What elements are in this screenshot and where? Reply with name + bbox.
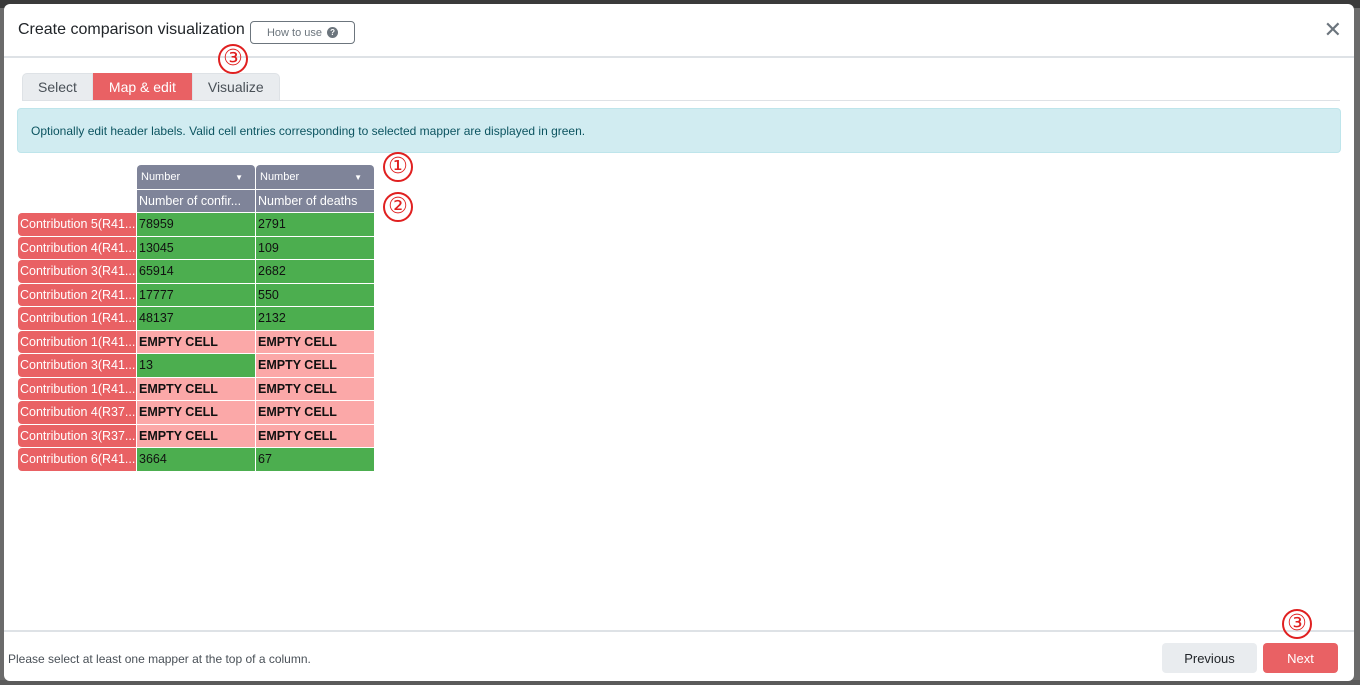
empty-cell: EMPTY CELL bbox=[137, 330, 255, 353]
row-label: Contribution 1(R41... bbox=[18, 307, 136, 330]
valid-cell: 65914 bbox=[137, 260, 255, 283]
tab-select[interactable]: Select bbox=[22, 73, 93, 100]
tab-visualize[interactable]: Visualize bbox=[191, 73, 280, 100]
table-row: Contribution 3(R37... EMPTY CELL EMPTY CEL… bbox=[18, 424, 375, 447]
table-row: Contribution 3(R41... 13 EMPTY CELL bbox=[18, 354, 375, 377]
row-label: Contribution 1(R41... bbox=[18, 330, 136, 353]
mapper-row: Number ▼ Number ▼ bbox=[137, 165, 375, 189]
help-icon: ? bbox=[327, 27, 339, 38]
step-tabs: Select Map & edit Visualize bbox=[22, 73, 1340, 101]
tab-map-edit[interactable]: Map & edit bbox=[92, 73, 192, 100]
how-to-use-label: How to use bbox=[266, 26, 323, 39]
valid-cell: 109 bbox=[256, 236, 374, 259]
table-row: Contribution 4(R37... EMPTY CELL EMPTY CEL… bbox=[18, 401, 375, 424]
next-button[interactable]: Next bbox=[1263, 643, 1338, 673]
column-label-input-2[interactable]: Number of deaths bbox=[256, 190, 374, 212]
valid-cell: 2791 bbox=[256, 213, 374, 236]
row-label: Contribution 6(R41... bbox=[18, 448, 136, 471]
annotation-marker: ① bbox=[383, 152, 413, 182]
mapping-table: Number ▼ Number ▼ Number of confir... Nu… bbox=[18, 165, 375, 471]
table-row: Contribution 3(R41... 65914 2682 bbox=[18, 260, 375, 283]
empty-cell: EMPTY CELL bbox=[137, 424, 255, 447]
table-row: Contribution 2(R41... 17777 550 bbox=[18, 283, 375, 306]
table-body: Contribution 5(R41... 78959 2791 Contributi… bbox=[18, 213, 375, 471]
mapper-select-2[interactable]: Number ▼ bbox=[256, 165, 374, 189]
how-to-use-button[interactable]: How to use ? bbox=[250, 21, 355, 44]
annotation-marker: ③ bbox=[1282, 609, 1312, 639]
valid-cell: 13 bbox=[137, 354, 255, 377]
row-label: Contribution 3(R41... bbox=[18, 354, 136, 377]
empty-cell: EMPTY CELL bbox=[256, 377, 374, 400]
info-alert: Optionally edit header labels. Valid cel… bbox=[17, 108, 1341, 153]
row-label: Contribution 1(R41... bbox=[18, 377, 136, 400]
valid-cell: 67 bbox=[256, 448, 374, 471]
header-label-row: Number of confir... Number of deaths bbox=[137, 190, 375, 212]
caret-down-icon: ▼ bbox=[354, 172, 362, 182]
footer-message: Please select at least one mapper at the… bbox=[8, 652, 311, 666]
caret-down-icon: ▼ bbox=[235, 172, 243, 182]
mapper-select-1[interactable]: Number ▼ bbox=[137, 165, 255, 189]
column-label-input-1[interactable]: Number of confir... bbox=[137, 190, 255, 212]
table-row: Contribution 1(R41... EMPTY CELL EMPTY CEL… bbox=[18, 330, 375, 353]
row-label: Contribution 4(R41... bbox=[18, 236, 136, 259]
table-row: Contribution 6(R41... 3664 67 bbox=[18, 448, 375, 471]
valid-cell: 17777 bbox=[137, 283, 255, 306]
empty-cell: EMPTY CELL bbox=[256, 424, 374, 447]
modal-footer: Please select at least one mapper at the… bbox=[4, 630, 1354, 681]
previous-button[interactable]: Previous bbox=[1162, 643, 1257, 673]
valid-cell: 550 bbox=[256, 283, 374, 306]
comparison-modal: Create comparison visualization How to u… bbox=[4, 4, 1354, 681]
row-label: Contribution 2(R41... bbox=[18, 283, 136, 306]
modal-title: Create comparison visualization bbox=[18, 21, 245, 38]
empty-cell: EMPTY CELL bbox=[256, 354, 374, 377]
empty-cell: EMPTY CELL bbox=[137, 377, 255, 400]
table-row: Contribution 4(R41... 13045 109 bbox=[18, 236, 375, 259]
row-label: Contribution 5(R41... bbox=[18, 213, 136, 236]
close-icon[interactable]: ✕ bbox=[1324, 19, 1342, 41]
mapper-value: Number bbox=[260, 171, 300, 183]
empty-cell: EMPTY CELL bbox=[256, 401, 374, 424]
valid-cell: 78959 bbox=[137, 213, 255, 236]
annotation-marker: ② bbox=[383, 192, 413, 222]
row-label: Contribution 3(R37... bbox=[18, 424, 136, 447]
valid-cell: 48137 bbox=[137, 307, 255, 330]
modal-header: Create comparison visualization How to u… bbox=[4, 4, 1354, 58]
table-row: Contribution 5(R41... 78959 2791 bbox=[18, 213, 375, 236]
table-row: Contribution 1(R41... EMPTY CELL EMPTY CEL… bbox=[18, 377, 375, 400]
empty-cell: EMPTY CELL bbox=[256, 330, 374, 353]
annotation-marker: ③ bbox=[218, 44, 248, 74]
valid-cell: 2132 bbox=[256, 307, 374, 330]
mapper-value: Number bbox=[141, 171, 181, 183]
valid-cell: 13045 bbox=[137, 236, 255, 259]
valid-cell: 3664 bbox=[137, 448, 255, 471]
info-alert-text: Optionally edit header labels. Valid cel… bbox=[31, 123, 586, 138]
row-label: Contribution 3(R41... bbox=[18, 260, 136, 283]
table-row: Contribution 1(R41... 48137 2132 bbox=[18, 307, 375, 330]
empty-cell: EMPTY CELL bbox=[137, 401, 255, 424]
valid-cell: 2682 bbox=[256, 260, 374, 283]
row-label: Contribution 4(R37... bbox=[18, 401, 136, 424]
